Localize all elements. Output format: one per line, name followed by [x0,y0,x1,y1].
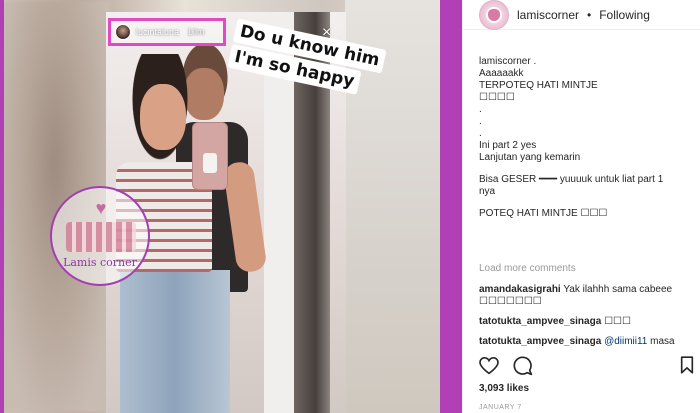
caption-line: lamiscorner . [479,56,537,67]
comment-text: ☐☐☐ [604,316,631,327]
purple-frame-left [0,0,4,413]
caption-line: ☐☐☐☐ [479,92,515,103]
caption-line: Lanjutan yang kemarin [479,152,581,163]
purple-frame-right [440,0,462,413]
caption-line: Bisa GESER ━━━ yuuuuk untuk liat part 1 [479,174,664,185]
caption-line: Ini part 2 yes [479,140,537,151]
header-separator: • [587,7,592,22]
post-caption: lamiscorner . Aaaaaakk TERPOTEQ HATI MIN… [479,56,694,220]
story-avatar[interactable] [115,24,131,40]
caption-line: POTEQ HATI MINTJE ☐☐☐ [479,208,608,219]
photo-jeans [120,270,230,413]
photo-phone [192,122,228,190]
profile-avatar[interactable] [479,0,509,30]
header-username[interactable]: lamiscorner [517,8,579,22]
watermark-logo: ♥ Lamis corner [50,186,150,286]
watermark-heart-icon: ♥ [95,198,107,218]
caption-line: nya [479,186,496,197]
post-actions [479,356,533,376]
comment-text-continued: ☐☐☐☐☐☐☐ [479,296,542,307]
likes-count[interactable]: 3,093 likes [479,383,529,394]
post-date: JANUARY 7 [479,404,522,411]
comment-text: masa [650,336,675,347]
heart-icon[interactable] [479,357,499,375]
comment-icon[interactable] [513,356,533,376]
follow-status[interactable]: Following [599,8,650,22]
story-header: lucintaluna 10m [108,18,226,46]
comment: tatotukta_ampvee_sinaga ☐☐☐ [479,316,697,328]
caption-line: TERPOTEQ HATI MINTJE [479,80,598,91]
caption-line: Aaaaaakk [479,68,524,79]
watermark-graphic [66,222,136,252]
avatar-logo-icon [488,8,500,21]
caption-line: . [479,116,482,127]
comment-mention[interactable]: @diimii11 [604,336,647,347]
post-media: lucintaluna 10m × Do u know him I'm so h… [0,0,462,413]
watermark-text: Lamis corner [63,256,137,269]
story-username[interactable]: lucintaluna [136,27,179,37]
post-header: lamiscorner • Following [463,0,700,30]
post-sidebar: lamiscorner • Following lamiscorner . Aa… [462,0,700,413]
comment-username[interactable]: tatotukta_ampvee_sinaga [479,316,601,327]
photo-woman-face [140,84,186,150]
load-more-comments-link[interactable]: Load more comments [479,263,576,274]
comment-text: Yak ilahhh sama cabeee [563,284,673,295]
bookmark-icon[interactable] [680,356,694,374]
comment-username[interactable]: amandakasigrahi [479,284,561,295]
caption-line: . [479,104,482,115]
comment: amandakasigrahi Yak ilahhh sama cabeee ☐… [479,284,697,308]
comment-username[interactable]: tatotukta_ampvee_sinaga [479,336,601,347]
story-time: 10m [187,27,205,37]
caption-line: . [479,128,482,139]
photo-phone-camera [203,153,217,173]
comment: tatotukta_ampvee_sinaga @diimii11 masa [479,336,697,348]
